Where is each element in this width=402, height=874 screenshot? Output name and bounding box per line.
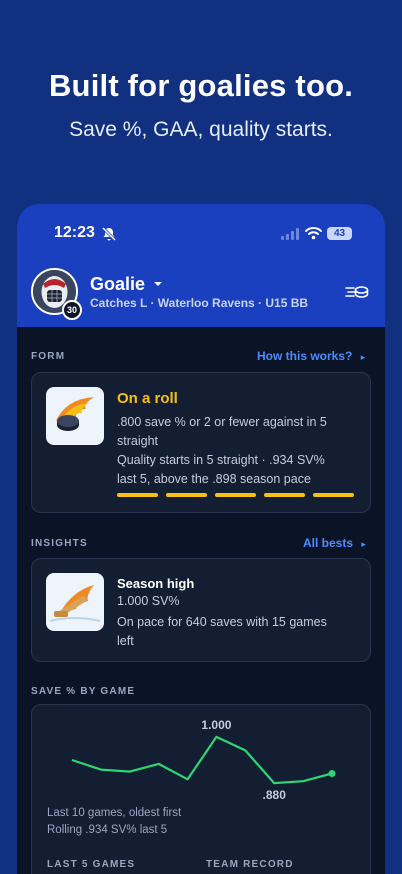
last-5-games-label: LAST 5 GAMES bbox=[47, 859, 136, 870]
chevron-down-icon[interactable] bbox=[153, 280, 163, 288]
app-header: 12:23 43 30 Goalie Catches L · Waterloo … bbox=[17, 204, 385, 327]
hero-title: Built for goalies too. bbox=[48, 68, 354, 103]
chart-section-label: SAVE % BY GAME bbox=[31, 686, 136, 697]
form-tile bbox=[46, 387, 104, 445]
insight-pace: On pace for 640 saves with 15 games left bbox=[117, 613, 362, 651]
puck-menu-icon[interactable] bbox=[345, 284, 369, 300]
insights-section-label: INSIGHTS bbox=[31, 538, 88, 549]
how-this-works-label: How this works? bbox=[257, 349, 353, 363]
streak-bar bbox=[264, 493, 305, 497]
streak-bar bbox=[117, 493, 158, 497]
chart-note-line-1: Last 10 games, oldest first bbox=[47, 807, 182, 819]
phone-screen: 12:23 43 30 Goalie Catches L · Waterloo … bbox=[17, 204, 385, 874]
how-this-works-link[interactable]: How this works? ▸ bbox=[257, 349, 365, 363]
form-detail: Quality starts in 5 straight · .934 SV% … bbox=[117, 451, 367, 489]
data-label: 1.000 bbox=[201, 718, 231, 732]
data-label: .880 bbox=[263, 788, 287, 802]
battery-indicator: 43 bbox=[327, 227, 352, 240]
chevron-right-icon: ▸ bbox=[361, 539, 366, 549]
insight-pace-line-2: left bbox=[117, 634, 134, 648]
form-detail-line-2: last 5, above the .898 season pace bbox=[117, 472, 311, 486]
streak-bar bbox=[215, 493, 256, 497]
form-detail-line-1: Quality starts in 5 straight · .934 SV% bbox=[117, 453, 325, 467]
form-description: .800 save % or 2 or fewer against in 5 s… bbox=[117, 413, 362, 451]
all-bests-link[interactable]: All bests ▸ bbox=[303, 536, 366, 550]
insight-card[interactable]: Season high 1.000 SV% On pace for 640 sa… bbox=[31, 558, 371, 662]
insight-tile bbox=[46, 573, 104, 631]
flaming-puck-icon bbox=[56, 397, 94, 431]
streak-bar bbox=[313, 493, 354, 497]
jersey-number-badge: 30 bbox=[62, 300, 82, 320]
status-time: 12:23 bbox=[54, 224, 95, 241]
team-record-label: TEAM RECORD bbox=[206, 859, 294, 870]
chevron-right-icon: ▸ bbox=[360, 352, 366, 362]
form-section-label: FORM bbox=[31, 351, 66, 362]
form-card[interactable]: On a roll .800 save % or 2 or fewer agai… bbox=[31, 372, 371, 513]
flaming-stick-icon bbox=[49, 585, 101, 622]
form-title: On a roll bbox=[117, 390, 178, 407]
player-name[interactable]: Goalie bbox=[90, 274, 145, 295]
streak-bar bbox=[166, 493, 207, 497]
player-meta: Catches L · Waterloo Ravens · U15 BB bbox=[90, 296, 309, 310]
insight-pace-line-1: On pace for 640 saves with 15 games bbox=[117, 615, 327, 629]
form-description-line-2: straight bbox=[117, 434, 158, 448]
data-point bbox=[328, 770, 336, 777]
chart-note-line-2: Rolling .934 SV% last 5 bbox=[47, 824, 168, 836]
insight-title: Season high bbox=[117, 576, 195, 591]
all-bests-label: All bests bbox=[303, 536, 354, 550]
wifi-icon bbox=[305, 227, 322, 240]
chart-card: 1.000 .880 Last 10 games, oldest first Ro… bbox=[31, 704, 371, 874]
insight-value: 1.000 SV% bbox=[117, 594, 180, 608]
signal-icon bbox=[281, 228, 299, 240]
chart-note: Last 10 games, oldest first Rolling .934… bbox=[47, 805, 181, 839]
series-line bbox=[71, 735, 333, 785]
form-description-line-1: .800 save % or 2 or fewer against in 5 bbox=[117, 415, 327, 429]
bell-muted-icon bbox=[101, 226, 117, 242]
hero-subtitle: Save %, GAA, quality starts. bbox=[69, 118, 333, 141]
